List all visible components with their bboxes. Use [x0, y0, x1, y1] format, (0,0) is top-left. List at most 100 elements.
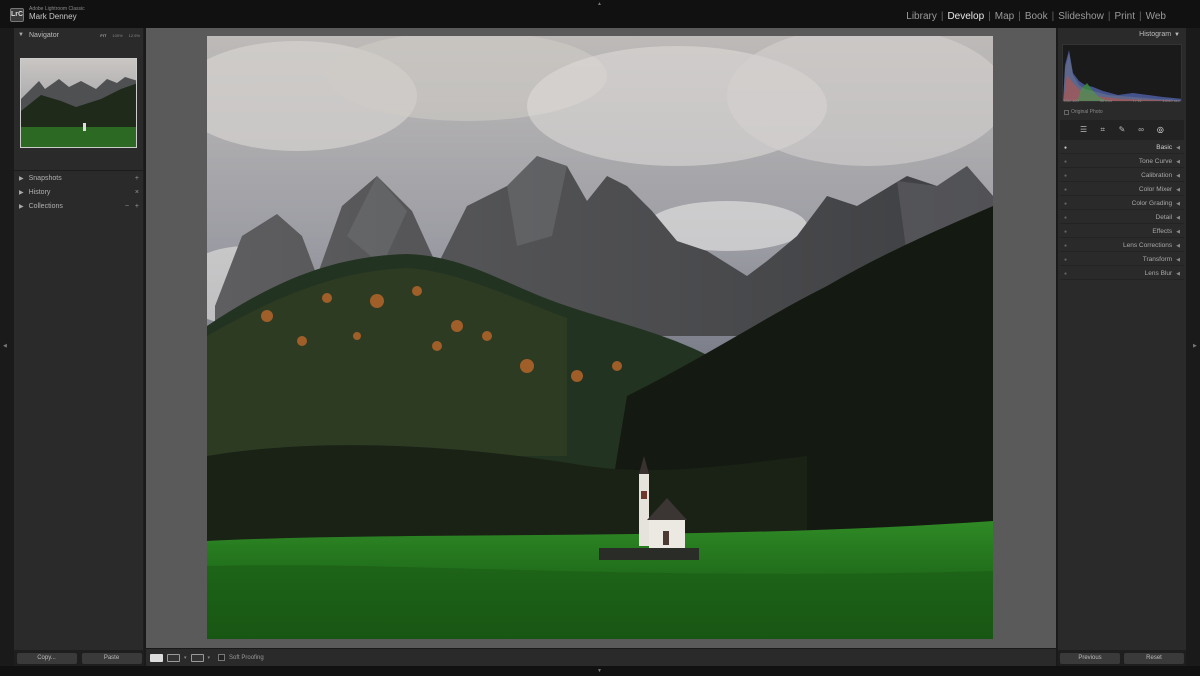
navigator-preview[interactable]: [20, 58, 137, 148]
masking-icon[interactable]: ◎: [1154, 124, 1166, 136]
visibility-eye-icon[interactable]: ●: [1064, 243, 1067, 249]
collapse-arrow-icon: ◀: [1176, 158, 1180, 165]
right-panel: Histogram ▼ ISO 100 50 mm f / 11 1/250 se…: [1058, 28, 1186, 666]
main-photo[interactable]: [207, 36, 993, 639]
section-color-grading[interactable]: ● Color Grading ◀: [1060, 198, 1184, 210]
section-basic[interactable]: ● Basic ◀: [1060, 142, 1184, 154]
exif-info: ISO 100 50 mm f / 11 1/250 sec: [1064, 98, 1180, 103]
collapse-triangle-icon: ▼: [1174, 32, 1180, 38]
section-tone-curve[interactable]: ● Tone Curve ◀: [1060, 156, 1184, 168]
healing-icon[interactable]: ✎: [1116, 124, 1128, 136]
visibility-eye-icon[interactable]: ●: [1064, 173, 1067, 179]
zoom-100[interactable]: 100%: [112, 33, 122, 38]
previous-button[interactable]: Previous: [1060, 652, 1120, 664]
navigator-label: Navigator: [28, 31, 59, 39]
add-snapshot-button[interactable]: +: [135, 175, 139, 182]
focal-length-value: 50 mm: [1099, 98, 1112, 103]
copy-button[interactable]: Copy...: [16, 652, 77, 664]
history-row[interactable]: ▶ History ×: [14, 186, 144, 199]
snapshots-label: Snapshots: [28, 175, 62, 182]
visibility-eye-icon[interactable]: ●: [1064, 229, 1067, 235]
top-panel-toggle-icon[interactable]: ▲: [597, 1, 602, 7]
collapse-arrow-icon: ◀: [1176, 228, 1180, 235]
user-name: Mark Denney: [29, 12, 77, 21]
section-lens-corrections[interactable]: ● Lens Corrections ◀: [1060, 240, 1184, 252]
view-options-dropdown-icon[interactable]: ▾: [208, 655, 211, 661]
soft-proofing-checkbox[interactable]: [218, 654, 226, 661]
visibility-eye-icon[interactable]: ●: [1064, 271, 1067, 277]
expand-triangle-icon: ▶: [19, 190, 24, 196]
visibility-eye-icon[interactable]: ●: [1064, 257, 1067, 263]
edit-sliders-icon[interactable]: ☰: [1078, 124, 1090, 136]
module-slideshow[interactable]: Slideshow: [1054, 11, 1108, 22]
develop-toolbar: ▾ ▾ Soft Proofing: [146, 649, 1056, 666]
section-calibration[interactable]: ● Calibration ◀: [1060, 170, 1184, 182]
iso-value: ISO 100: [1064, 98, 1079, 103]
collapse-arrow-icon: ◀: [1176, 256, 1180, 263]
aperture-value: f / 11: [1132, 98, 1142, 103]
histogram-label: Histogram: [1139, 31, 1172, 38]
navigator-header[interactable]: ▼ Navigator FIT 100% 12.5%: [14, 28, 144, 42]
snapshots-row[interactable]: ▶ Snapshots +: [14, 172, 144, 185]
module-book[interactable]: Book: [1021, 11, 1052, 22]
left-footer: Copy... Paste: [14, 650, 144, 666]
histogram-graph[interactable]: [1062, 44, 1182, 102]
module-map[interactable]: Map: [991, 11, 1018, 22]
visibility-eye-icon[interactable]: ●: [1064, 201, 1067, 207]
collections-row[interactable]: ▶ Collections − +: [14, 200, 144, 213]
visibility-eye-icon[interactable]: ●: [1064, 215, 1067, 221]
collapse-arrow-icon: ◀: [1176, 172, 1180, 179]
expand-triangle-icon: ▶: [19, 204, 24, 210]
section-color-mixer[interactable]: ● Color Mixer ◀: [1060, 184, 1184, 196]
module-print[interactable]: Print: [1110, 11, 1139, 22]
left-panel-toggle-icon[interactable]: ◀: [3, 343, 7, 349]
module-web[interactable]: Web: [1142, 11, 1170, 22]
collections-label: Collections: [28, 203, 63, 210]
clear-history-button[interactable]: ×: [135, 189, 139, 196]
before-after-yy-icon[interactable]: [167, 653, 180, 662]
lightroom-logo-icon: LrC: [10, 8, 24, 22]
paste-button[interactable]: Paste: [81, 652, 142, 664]
loupe-view-icon[interactable]: [150, 653, 163, 662]
collapse-arrow-icon: ◀: [1176, 214, 1180, 221]
section-transform[interactable]: ● Transform ◀: [1060, 254, 1184, 266]
navigator-thumbnail-image: [21, 59, 136, 147]
collapse-triangle-icon: ▼: [18, 32, 24, 38]
crop-icon[interactable]: ⌗: [1097, 124, 1109, 136]
reset-button[interactable]: Reset: [1124, 652, 1184, 664]
left-panel: ▼ Navigator FIT 100% 12.5% ▶ Snapshots +…: [14, 28, 144, 666]
zoom-125[interactable]: 12.5%: [129, 33, 140, 38]
remove-collection-button[interactable]: −: [125, 203, 129, 210]
visibility-eye-icon[interactable]: ●: [1064, 159, 1067, 165]
right-panel-toggle-icon[interactable]: ▶: [1193, 343, 1197, 349]
histogram-header[interactable]: Histogram ▼: [1139, 31, 1180, 38]
before-after-dropdown-icon[interactable]: ▾: [184, 655, 187, 661]
landscape-photo-image: [207, 36, 993, 639]
section-detail[interactable]: ● Detail ◀: [1060, 212, 1184, 224]
original-photo-toggle[interactable]: Original Photo: [1064, 109, 1103, 115]
add-collection-button[interactable]: +: [135, 203, 139, 210]
module-develop[interactable]: Develop: [943, 11, 988, 22]
original-photo-checkbox[interactable]: [1064, 109, 1069, 115]
collapse-arrow-icon: ◀: [1176, 186, 1180, 193]
original-photo-label: Original Photo: [1071, 109, 1103, 115]
section-effects[interactable]: ● Effects ◀: [1060, 226, 1184, 238]
collapse-arrow-icon: ◀: [1176, 270, 1180, 277]
tool-strip: ☰ ⌗ ✎ ∞ ◎: [1060, 120, 1184, 140]
module-picker: Library | Develop | Map | Book | Slideshow | …: [902, 11, 1170, 22]
module-library[interactable]: Library: [902, 11, 941, 22]
visibility-eye-icon[interactable]: ●: [1064, 187, 1067, 193]
navigator-zoom-options: FIT 100% 12.5%: [100, 33, 140, 38]
collapse-arrow-icon: ◀: [1176, 200, 1180, 207]
filmstrip-toggle-icon[interactable]: ▼: [597, 668, 602, 674]
before-after-split-icon[interactable]: [190, 653, 204, 662]
soft-proofing-label: Soft Proofing: [229, 654, 264, 661]
expand-triangle-icon: ▶: [19, 176, 24, 182]
zoom-fit[interactable]: FIT: [100, 33, 106, 38]
visibility-eye-icon[interactable]: ●: [1064, 145, 1067, 151]
red-eye-icon[interactable]: ∞: [1135, 124, 1147, 136]
right-footer: Previous Reset: [1058, 650, 1186, 666]
collapse-arrow-icon: ◀: [1176, 144, 1180, 151]
history-label: History: [28, 189, 51, 196]
section-lens-blur[interactable]: ● Lens Blur ◀: [1060, 268, 1184, 280]
